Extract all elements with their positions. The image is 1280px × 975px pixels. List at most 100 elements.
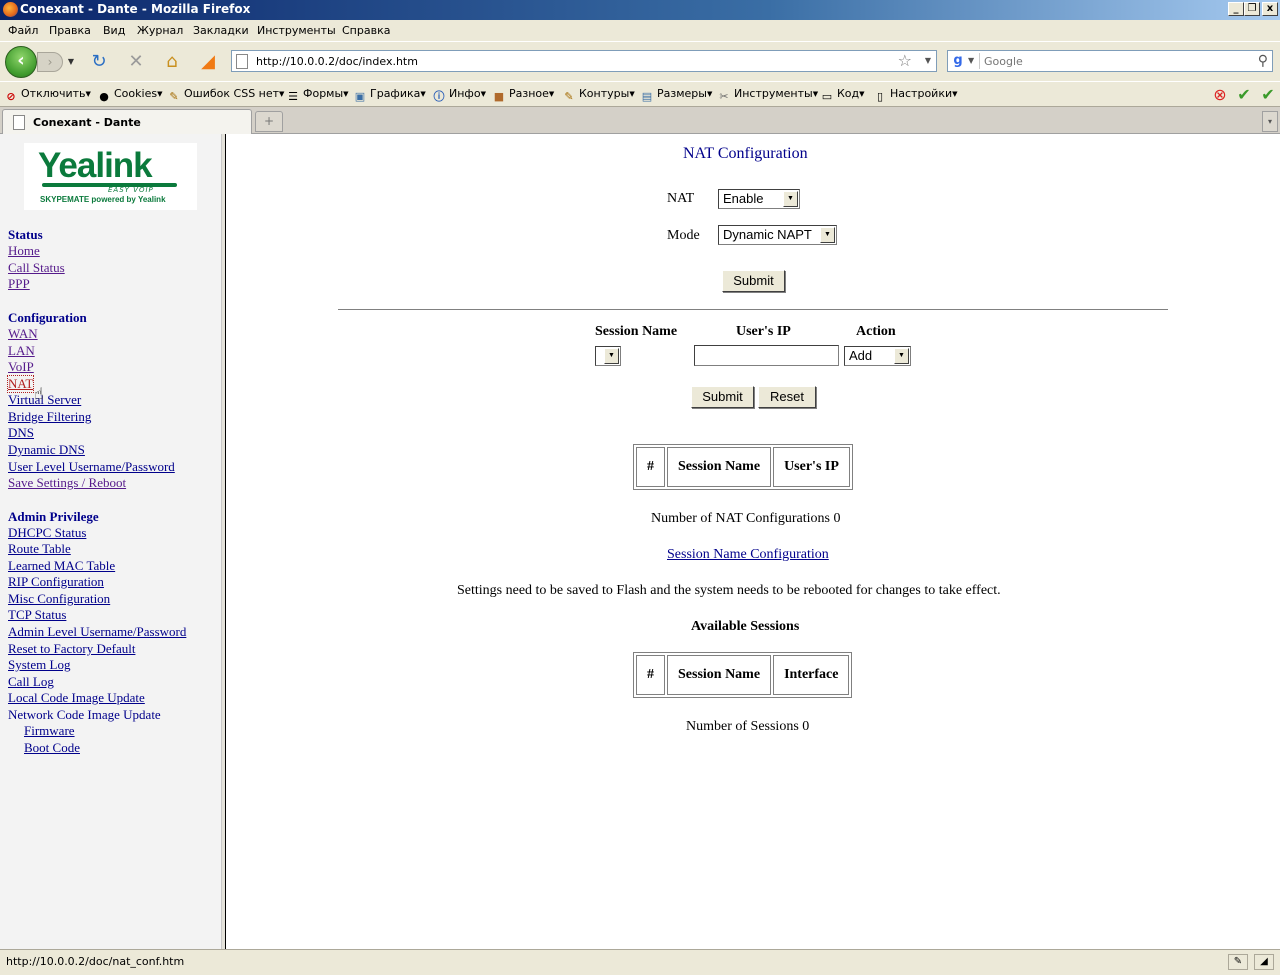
sidebar: Yealink EASY VOIP SKYPEMATE powered by Y… [0,134,222,949]
home-icon[interactable]: ⌂ [161,51,183,73]
menu-view[interactable]: Вид [103,24,125,37]
table-header-users-ip: User's IP [773,447,850,487]
devbar-disable[interactable]: ⊘ Отключить▼ [4,87,91,104]
search-icon[interactable]: ⚲ [1258,51,1268,71]
sidebar-link-call-status[interactable]: Call Status [8,260,65,276]
devbar-forms[interactable]: ☰ Формы▼ [286,87,349,104]
page-icon [13,115,25,130]
sidebar-link-virtual-server[interactable]: Virtual Server [8,392,81,408]
search-input[interactable] [984,53,1244,69]
page-content: Yealink EASY VOIP SKYPEMATE powered by Y… [0,134,1280,949]
source-icon: ▭ [821,90,833,103]
session-name-select[interactable]: ▼ [595,346,621,366]
devbar-css[interactable]: ✎ Ошибок CSS нет▼ [167,87,284,104]
url-input[interactable] [256,53,896,69]
addon-icon[interactable]: ✎ [1228,954,1248,970]
chevron-down-icon: ▼ [894,348,909,364]
css-valid-icon[interactable]: ✔ [1235,86,1253,104]
google-icon[interactable]: g [950,53,966,69]
sidebar-link-voip[interactable]: VoIP [8,359,34,375]
sidebar-link-nat[interactable]: NAT [6,375,35,393]
menu-file[interactable]: Файл [8,24,38,37]
devbar-images[interactable]: ▣ Графика▼ [353,87,426,104]
sidebar-link-dhcpc-status[interactable]: DHCPC Status [8,525,86,541]
restore-button[interactable]: ❐ [1244,2,1260,16]
reload-icon[interactable]: ↻ [88,51,110,73]
sidebar-link-system-log[interactable]: System Log [8,657,70,673]
admin-heading: Admin Privilege [8,509,99,524]
sidebar-link-dns[interactable]: DNS [8,425,34,441]
menu-tools[interactable]: Инструменты [257,24,336,37]
session-name-header: Session Name [595,324,678,339]
minimize-button[interactable]: _ [1228,2,1244,16]
devbar-cookies[interactable]: ● Cookies▼ [97,87,162,104]
stop-icon[interactable]: ✕ [125,51,147,73]
status-bar: http://10.0.0.2/doc/nat_conf.htm ✎ ◢ [0,949,1280,975]
network-code-update-label: Network Code Image Update [8,707,161,722]
sidebar-link-ppp[interactable]: PPP [8,276,30,292]
address-bar[interactable]: ☆ ▼ [231,50,937,72]
sidebar-link-misc-configuration[interactable]: Misc Configuration [8,591,110,607]
submit-session-button[interactable]: Submit [691,386,754,408]
sidebar-link-learned-mac[interactable]: Learned MAC Table [8,558,115,574]
search-engine-dropdown-icon[interactable]: ▼ [968,52,974,70]
tab-conexant-dante[interactable]: Conexant - Dante [2,109,252,134]
devbar-tools[interactable]: ✂ Инструменты▼ [717,87,818,104]
devbar-source[interactable]: ▭ Код▼ [820,87,865,104]
sidebar-link-boot-code[interactable]: Boot Code [24,740,80,756]
html-valid-icon[interactable]: ✔ [1259,86,1277,104]
menu-help[interactable]: Справка [342,24,390,37]
search-bar[interactable]: g ▼ ⚲ [947,50,1273,72]
menu-edit[interactable]: Правка [49,24,91,37]
feed-icon[interactable]: ◢ [1254,954,1274,970]
mode-select[interactable]: Dynamic NAPT ▼ [718,225,837,245]
history-dropdown-icon[interactable]: ▼ [66,54,76,70]
error-status-icon[interactable]: ⊗ [1211,86,1229,104]
session-name-config-link[interactable]: Session Name Configuration [667,547,829,563]
sidebar-link-home[interactable]: Home [8,243,40,259]
sidebar-link-dynamic-dns[interactable]: Dynamic DNS [8,442,85,458]
sidebar-link-local-code-update[interactable]: Local Code Image Update [8,690,145,706]
devbar-misc[interactable]: ■ Разное▼ [492,87,555,104]
firefox-icon [3,2,18,17]
back-button[interactable]: ‹ [5,46,37,78]
sidebar-link-call-log[interactable]: Call Log [8,674,54,690]
submit-nat-button[interactable]: Submit [722,270,785,292]
forward-button[interactable]: › [37,52,63,72]
rss-icon[interactable]: ◢ [197,51,219,73]
sidebar-link-factory-reset[interactable]: Reset to Factory Default [8,641,135,657]
sidebar-link-firmware[interactable]: Firmware [24,723,75,739]
devbar-options[interactable]: ▯ Настройки▼ [873,87,958,104]
url-dropdown-icon[interactable]: ▼ [925,51,931,71]
devbar-outline[interactable]: ✎ Контуры▼ [562,87,634,104]
devbar-resize[interactable]: ▤ Размеры▼ [640,87,713,104]
sidebar-link-save-reboot[interactable]: Save Settings / Reboot [8,475,126,491]
action-select[interactable]: Add ▼ [844,346,911,366]
table-header-number: # [636,655,665,695]
menu-bar: Файл Правка Вид Журнал Закладки Инструме… [0,20,1280,41]
window-title: Conexant - Dante - Mozilla Firefox [20,2,251,16]
sidebar-link-tcp-status[interactable]: TCP Status [8,607,66,623]
sidebar-link-admin-password[interactable]: Admin Level Username/Password [8,624,186,640]
tools-icon: ✂ [719,90,729,103]
reset-button[interactable]: Reset [758,386,816,408]
misc-icon: ■ [493,90,505,103]
bookmark-star-icon[interactable]: ☆ [898,51,912,71]
users-ip-input[interactable] [694,345,839,366]
frame-divider[interactable] [222,134,226,949]
new-tab-button[interactable]: + [255,111,283,132]
table-header-number: # [636,447,665,487]
sidebar-link-user-level-password[interactable]: User Level Username/Password [8,459,175,475]
devbar-info[interactable]: ⓘ Инфо▼ [432,87,486,104]
tab-list-icon[interactable]: ▾ [1262,111,1278,132]
separator [338,309,1168,311]
sidebar-link-wan[interactable]: WAN [8,326,38,342]
close-button[interactable]: x [1262,2,1278,16]
sidebar-link-route-table[interactable]: Route Table [8,541,71,557]
sidebar-link-lan[interactable]: LAN [8,343,35,359]
menu-history[interactable]: Журнал [137,24,183,37]
menu-bookmarks[interactable]: Закладки [193,24,249,37]
nat-select[interactable]: Enable ▼ [718,189,800,209]
sidebar-link-rip-configuration[interactable]: RIP Configuration [8,574,104,590]
sidebar-link-bridge-filtering[interactable]: Bridge Filtering [8,409,91,425]
